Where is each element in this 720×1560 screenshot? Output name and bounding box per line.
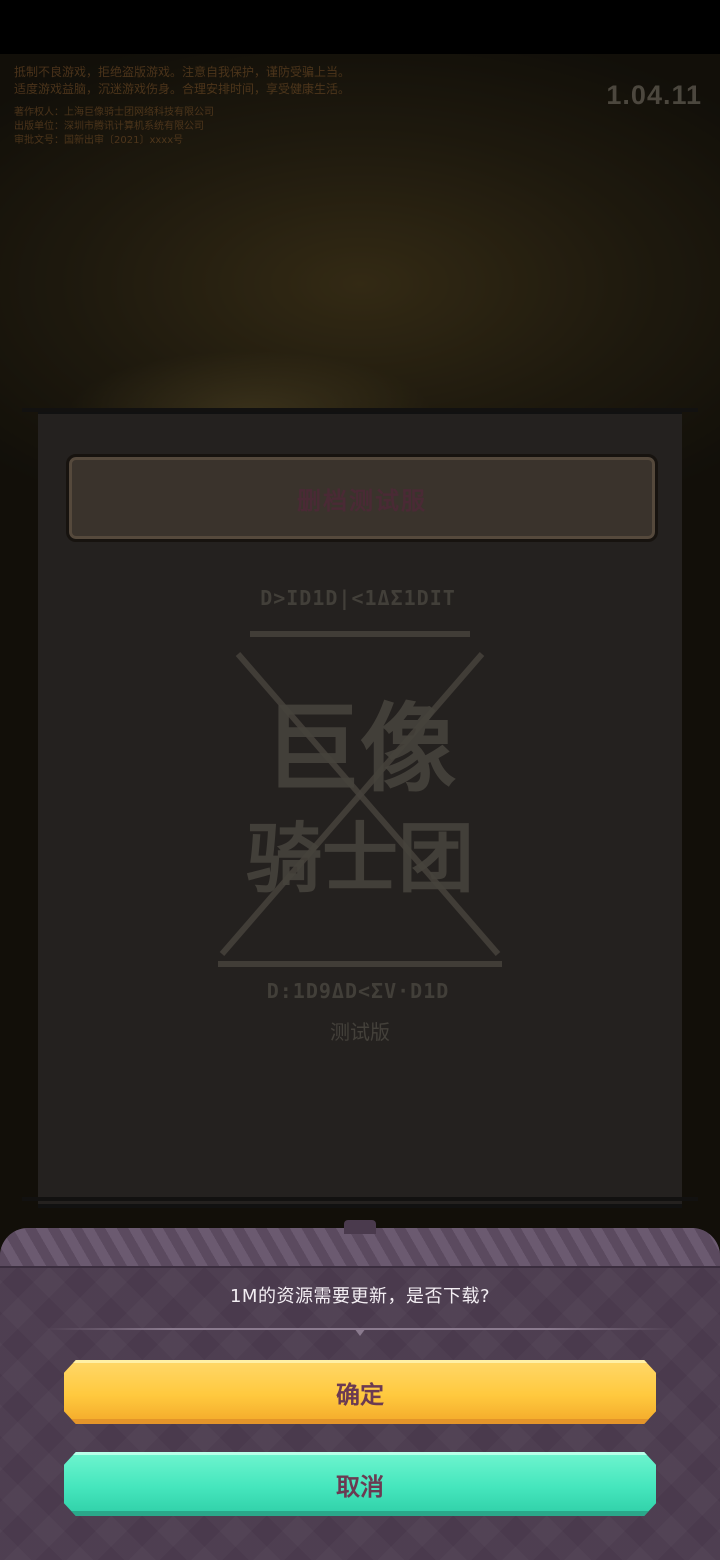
- logo-title-line2: 骑士团: [246, 814, 474, 903]
- dialog-rail-bottom: [22, 1197, 698, 1201]
- notice-line-2: 适度游戏益脑，沉迷游戏伤身。合理安排时间，享受健康生活。: [14, 82, 351, 96]
- sheet-decor-band: [0, 1228, 720, 1268]
- notice-line-1: 抵制不良游戏，拒绝盗版游戏。注意自我保护，谨防受骗上当。: [14, 65, 351, 79]
- logo-rune-top: D>ID1D|<1ΔΣ1DIT: [260, 586, 456, 610]
- server-banner[interactable]: 删档测试服: [66, 454, 658, 542]
- game-logo: D>ID1D|<1ΔΣ1DIT 巨像 骑士团 D:1D9ΔD<ΣV·D1D: [38, 574, 682, 1054]
- logo-title-line1: 巨像: [264, 693, 456, 805]
- health-notice: 抵制不良游戏，拒绝盗版游戏。注意自我保护，谨防受骗上当。 适度游戏益脑，沉迷游戏…: [14, 64, 484, 148]
- sheet-notch: [344, 1220, 376, 1234]
- server-banner-label: 删档测试服: [297, 486, 427, 515]
- version-label: 1.04.11: [606, 80, 702, 110]
- status-bar: [0, 0, 720, 54]
- dialog-rail-top: [22, 408, 698, 412]
- confirm-button[interactable]: 确定: [64, 1360, 656, 1424]
- update-prompt: 1M的资源需要更新，是否下载?: [229, 1286, 491, 1307]
- notice-publish-line-1: 著作权人：上海巨像骑士团网络科技有限公司: [14, 107, 214, 118]
- cancel-button[interactable]: 取消: [64, 1452, 656, 1516]
- server-dialog: 删档测试服 D>ID1D|<1ΔΣ1DIT 巨像 骑士团 D:1D9ΔD<ΣV·…: [38, 410, 682, 1208]
- logo-subtitle: 测试版: [330, 1020, 390, 1044]
- notice-publish-line-3: 审批文号：国新出审〔2021〕xxxx号: [14, 135, 184, 146]
- notice-publish-line-2: 出版单位：深圳市腾讯计算机系统有限公司: [14, 121, 204, 132]
- update-sheet: 1M的资源需要更新，是否下载? 确定 取消: [0, 1220, 720, 1560]
- divider-arrow-icon: [354, 1328, 366, 1336]
- logo-rune-bottom: D:1D9ΔD<ΣV·D1D: [266, 979, 450, 1003]
